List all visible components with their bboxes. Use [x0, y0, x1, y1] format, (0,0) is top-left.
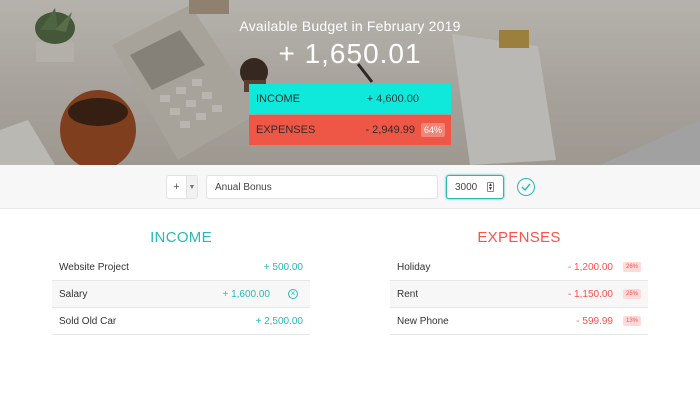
delete-icon[interactable]: ×: [288, 289, 298, 299]
checkmark-icon: [521, 183, 531, 191]
income-summary-value: + 4,600.00: [366, 93, 419, 105]
expenses-summary-bar: EXPENSES - 2,949.99 64%: [249, 115, 451, 145]
item-description: Sold Old Car: [59, 315, 117, 327]
description-input[interactable]: [206, 175, 438, 199]
budget-summary: Available Budget in February 2019 + 1,65…: [0, 0, 700, 165]
type-select[interactable]: + ▼: [166, 175, 198, 199]
item-value: - 1,200.00: [567, 261, 613, 273]
item-value: - 599.99: [576, 315, 613, 327]
expenses-summary-value: - 2,949.99: [365, 124, 415, 136]
item-value: + 2,500.00: [255, 315, 303, 327]
item-description: Salary: [59, 288, 88, 300]
income-summary-label: INCOME: [256, 93, 300, 105]
income-summary-bar: INCOME + 4,600.00: [249, 84, 451, 114]
item-value: + 500.00: [263, 261, 303, 273]
income-item[interactable]: Website Project + 500.00: [52, 254, 310, 281]
expenses-list: EXPENSES Holiday - 1,200.00 26% Rent - 1…: [390, 229, 648, 335]
amount-input-value: 3000: [455, 181, 478, 193]
item-description: Rent: [397, 288, 419, 300]
budget-header: Available Budget in February 2019 + 1,65…: [0, 0, 700, 165]
amount-input[interactable]: 3000 ▲ ▼: [446, 175, 504, 199]
budget-title: Available Budget in February 2019: [239, 18, 461, 34]
income-item[interactable]: Salary + 1,600.00 ×: [52, 281, 310, 308]
expenses-summary-label: EXPENSES: [256, 124, 316, 136]
add-item-form: + ▼ 3000 ▲▼: [0, 165, 700, 209]
expense-item[interactable]: Rent - 1,150.00 25%: [390, 281, 648, 308]
add-button[interactable]: [517, 178, 535, 196]
stepper-icon[interactable]: ▲ ▼: [487, 182, 494, 192]
income-item[interactable]: Sold Old Car + 2,500.00: [52, 308, 310, 335]
chevron-down-icon: ▼: [186, 176, 197, 198]
income-title: INCOME: [150, 229, 212, 246]
item-description: New Phone: [397, 315, 449, 327]
item-description: Website Project: [59, 261, 129, 273]
type-select-value: +: [173, 181, 180, 193]
item-percentage-badge: 26%: [623, 262, 641, 272]
expenses-title: EXPENSES: [477, 229, 561, 246]
item-percentage-badge: 25%: [623, 289, 641, 299]
expenses-percentage-badge: 64%: [420, 123, 445, 137]
item-percentage-badge: 13%: [623, 316, 641, 326]
expense-item[interactable]: New Phone - 599.99 13%: [390, 308, 648, 335]
item-value: - 1,150.00: [567, 288, 613, 300]
item-description: Holiday: [397, 261, 431, 273]
income-list: INCOME Website Project + 500.00 Salary +…: [52, 229, 310, 335]
item-value: + 1,600.00: [222, 288, 270, 300]
budget-total: + 1,650.01: [278, 38, 422, 69]
expense-item[interactable]: Holiday - 1,200.00 26%: [390, 254, 648, 281]
